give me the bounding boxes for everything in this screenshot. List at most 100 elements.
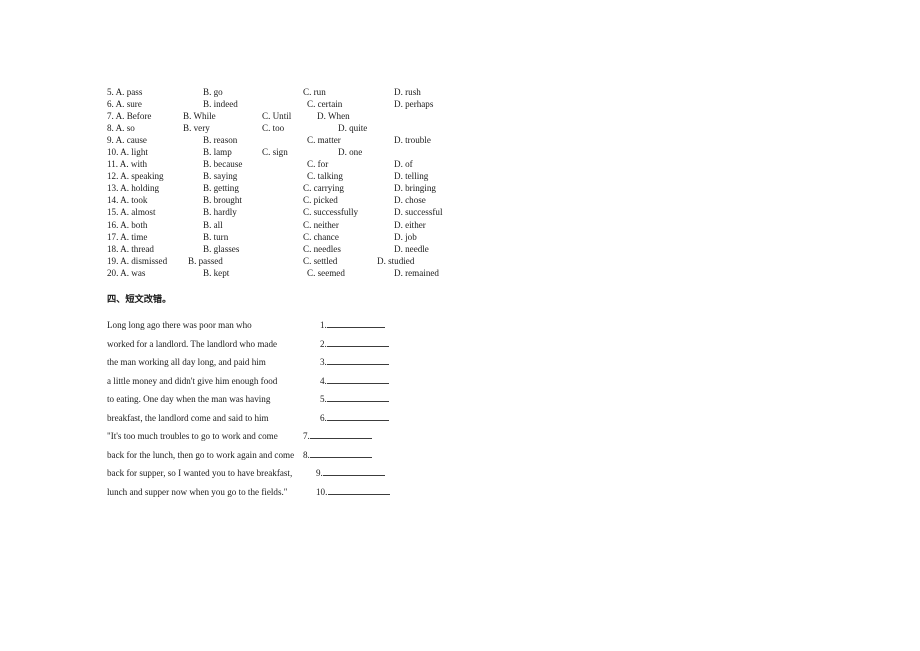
answer-slot[interactable]: 5. xyxy=(320,392,390,406)
answer-slot[interactable]: 2. xyxy=(320,337,390,351)
cloze-option-c[interactable]: C. carrying xyxy=(303,182,344,194)
passage-line-text: the man working all day long, and paid h… xyxy=(107,357,266,367)
cloze-option-c[interactable]: C. sign xyxy=(262,146,288,158)
cloze-option-c[interactable]: C. chance xyxy=(303,231,339,243)
answer-number: 2. xyxy=(320,338,327,349)
answer-blank-line[interactable] xyxy=(327,374,390,384)
cloze-option-b[interactable]: B. glasses xyxy=(203,243,239,255)
cloze-option-d[interactable]: D. When xyxy=(317,110,350,122)
cloze-option-d[interactable]: D. remained xyxy=(394,267,439,279)
document-page: 5. A. pass B. go C. run D. rush 6. A. sure B.… xyxy=(0,0,920,651)
cloze-option-a[interactable]: 20. A. was xyxy=(107,267,145,279)
cloze-option-a[interactable]: 13. A. holding xyxy=(107,182,159,194)
cloze-option-b[interactable]: B. hardly xyxy=(203,206,237,218)
cloze-row: 13. A. holding B. getting C. carrying D. br… xyxy=(107,182,527,194)
cloze-option-c[interactable]: C. successfully xyxy=(303,206,358,218)
cloze-option-a[interactable]: 8. A. so xyxy=(107,122,135,134)
cloze-option-a[interactable]: 18. A. thread xyxy=(107,243,154,255)
error-correction-row: lunch and supper now when you go to the … xyxy=(107,485,527,504)
answer-blank-line[interactable] xyxy=(327,355,390,365)
cloze-option-d[interactable]: D. studied xyxy=(377,255,414,267)
cloze-option-d[interactable]: D. rush xyxy=(394,86,421,98)
cloze-option-b[interactable]: B. because xyxy=(203,158,242,170)
cloze-option-b[interactable]: B. reason xyxy=(203,134,237,146)
cloze-option-d[interactable]: D. perhaps xyxy=(394,98,433,110)
section-heading-error-correction: 四、短文改错。 xyxy=(107,294,172,305)
cloze-option-c[interactable]: C. certain xyxy=(307,98,342,110)
cloze-option-a[interactable]: 19. A. dismissed xyxy=(107,255,167,267)
cloze-option-a[interactable]: 5. A. pass xyxy=(107,86,142,98)
cloze-option-b[interactable]: B. getting xyxy=(203,182,239,194)
cloze-option-c[interactable]: C. run xyxy=(303,86,326,98)
cloze-option-c[interactable]: C. too xyxy=(262,122,284,134)
cloze-option-a[interactable]: 16. A. both xyxy=(107,219,147,231)
cloze-option-a[interactable]: 7. A. Before xyxy=(107,110,151,122)
cloze-option-b[interactable]: B. lamp xyxy=(203,146,232,158)
cloze-option-d[interactable]: D. quite xyxy=(338,122,367,134)
cloze-option-d[interactable]: D. of xyxy=(394,158,413,170)
cloze-option-d[interactable]: D. trouble xyxy=(394,134,431,146)
cloze-option-c[interactable]: C. needles xyxy=(303,243,341,255)
cloze-option-a[interactable]: 9. A. cause xyxy=(107,134,147,146)
cloze-option-d[interactable]: D. one xyxy=(338,146,362,158)
cloze-option-d[interactable]: D. either xyxy=(394,219,426,231)
answer-blank-line[interactable] xyxy=(327,411,390,421)
passage-line-text: back for the lunch, then go to work agai… xyxy=(107,449,295,460)
cloze-option-b[interactable]: B. all xyxy=(203,219,223,231)
answer-slot[interactable]: 1. xyxy=(320,318,386,332)
answer-slot[interactable]: 3. xyxy=(320,355,390,369)
cloze-option-b[interactable]: B. brought xyxy=(203,194,242,206)
passage-line-text: back for supper, so I wanted you to have… xyxy=(107,468,293,478)
answer-blank-line[interactable] xyxy=(327,485,390,495)
cloze-option-c[interactable]: C. for xyxy=(307,158,328,170)
cloze-option-b[interactable]: B. go xyxy=(203,86,223,98)
error-correction-row: breakfast, the landlord come and said to… xyxy=(107,411,527,430)
cloze-option-a[interactable]: 11. A. with xyxy=(107,158,147,170)
cloze-option-b[interactable]: B. passed xyxy=(188,255,223,267)
cloze-option-a[interactable]: 14. A. took xyxy=(107,194,147,206)
cloze-option-b[interactable]: B. saying xyxy=(203,170,237,182)
answer-blank-line[interactable] xyxy=(327,337,390,347)
answer-slot[interactable]: 4. xyxy=(320,374,390,388)
answer-slot[interactable]: 8. xyxy=(303,448,373,462)
cloze-option-c[interactable]: C. neither xyxy=(303,219,339,231)
error-correction-row: Long long ago there was poor man who 1. xyxy=(107,318,527,337)
cloze-option-d[interactable]: D. job xyxy=(394,231,417,243)
cloze-option-c[interactable]: C. Until xyxy=(262,110,291,122)
cloze-option-d[interactable]: D. chose xyxy=(394,194,426,206)
passage-line-text: lunch and supper now when you go to the … xyxy=(107,486,288,497)
cloze-option-c[interactable]: C. settled xyxy=(303,255,337,267)
cloze-option-d[interactable]: D. needle xyxy=(394,243,429,255)
cloze-option-b[interactable]: B. turn xyxy=(203,231,228,243)
cloze-option-a[interactable]: 12. A. speaking xyxy=(107,170,164,182)
cloze-option-d[interactable]: D. telling xyxy=(394,170,428,182)
cloze-option-c[interactable]: C. talking xyxy=(307,170,343,182)
passage-line-text: "It's too much troubles to go to work an… xyxy=(107,431,278,441)
cloze-option-c[interactable]: C. picked xyxy=(303,194,338,206)
answer-slot[interactable]: 7. xyxy=(303,429,373,443)
answer-slot[interactable]: 9. xyxy=(316,466,386,480)
cloze-row: 17. A. time B. turn C. chance D. job xyxy=(107,231,527,243)
cloze-option-b[interactable]: B. While xyxy=(183,110,216,122)
cloze-option-d[interactable]: D. successful xyxy=(394,206,443,218)
answer-blank-line[interactable] xyxy=(327,392,390,402)
cloze-option-a[interactable]: 10. A. light xyxy=(107,146,148,158)
cloze-option-a[interactable]: 6. A. sure xyxy=(107,98,142,110)
answer-blank-line[interactable] xyxy=(310,429,373,439)
cloze-option-a[interactable]: 15. A. almost xyxy=(107,206,156,218)
cloze-option-b[interactable]: B. indeed xyxy=(203,98,238,110)
cloze-row: 11. A. with B. because C. for D. of xyxy=(107,158,527,170)
answer-blank-line[interactable] xyxy=(327,318,386,328)
answer-blank-line[interactable] xyxy=(323,466,386,476)
answer-blank-line[interactable] xyxy=(310,448,373,458)
cloze-option-c[interactable]: C. matter xyxy=(307,134,341,146)
cloze-option-b[interactable]: B. very xyxy=(183,122,210,134)
cloze-option-c[interactable]: C. seemed xyxy=(307,267,345,279)
cloze-option-a[interactable]: 17. A. time xyxy=(107,231,147,243)
cloze-option-d[interactable]: D. bringing xyxy=(394,182,436,194)
error-correction-row: "It's too much troubles to go to work an… xyxy=(107,429,527,448)
answer-slot[interactable]: 6. xyxy=(320,411,390,425)
cloze-option-b[interactable]: B. kept xyxy=(203,267,229,279)
error-correction-row: back for supper, so I wanted you to have… xyxy=(107,466,527,485)
answer-slot[interactable]: 10. xyxy=(316,485,390,499)
